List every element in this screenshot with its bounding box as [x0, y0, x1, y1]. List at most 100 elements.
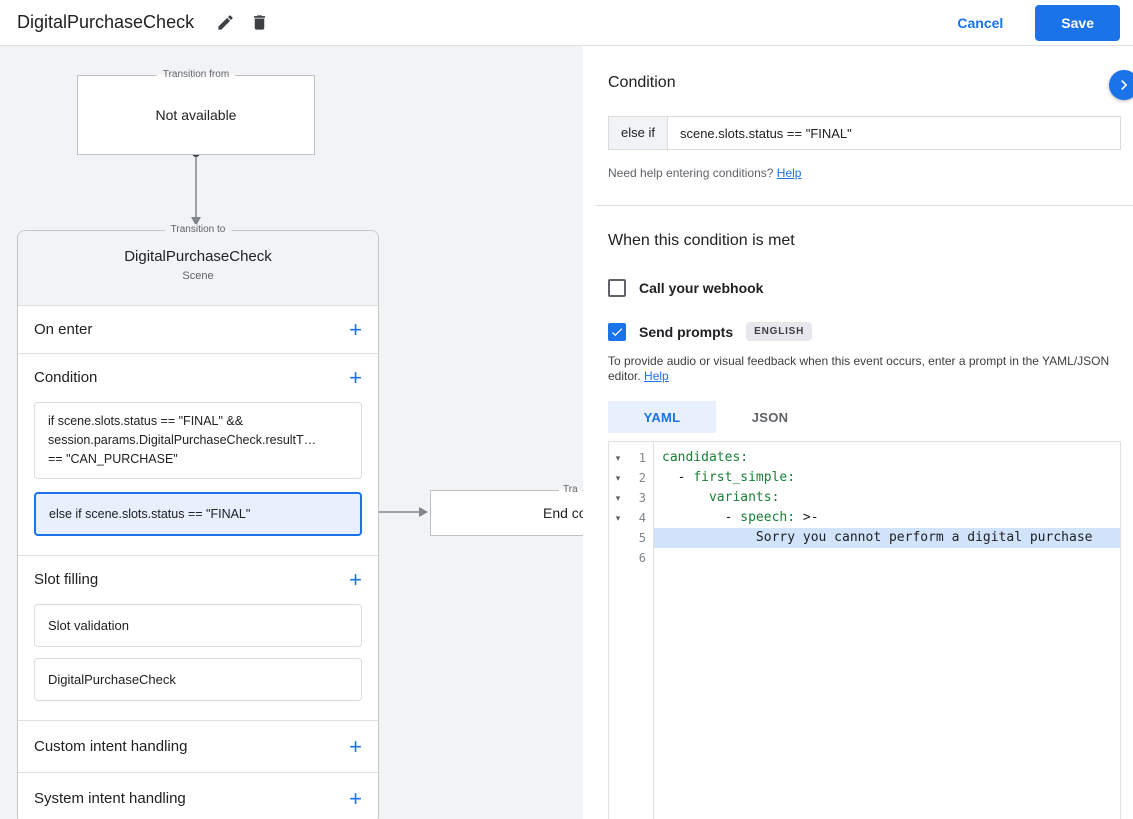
- pencil-icon: [217, 15, 233, 30]
- transition-to-label: Transition to: [164, 224, 232, 235]
- panel-title: Condition: [608, 74, 676, 91]
- help-prompt-text: Need help entering conditions?: [608, 166, 777, 180]
- tab-json[interactable]: JSON: [716, 401, 824, 433]
- on-enter-label: On enter: [34, 321, 93, 338]
- editor-line[interactable]: ▾ 2 - first_simple:: [609, 468, 1120, 488]
- topbar: DigitalPurchaseCheck Cancel Save: [0, 0, 1133, 46]
- add-icon[interactable]: +: [349, 318, 362, 341]
- code-line[interactable]: [653, 548, 1120, 568]
- line-number: 2: [638, 471, 646, 485]
- code-text-token: -: [662, 510, 741, 525]
- scene-subtitle: Scene: [182, 270, 214, 282]
- add-icon[interactable]: +: [349, 366, 362, 389]
- slot-list: Slot validation DigitalPurchaseCheck: [18, 603, 378, 720]
- prompt-description-text: To provide audio or visual feedback when…: [608, 354, 1110, 383]
- end-conversation-node[interactable]: Tra End co: [430, 484, 600, 536]
- code-editor[interactable]: ▾ 1 candidates: ▾ 2 - first_simple: ▾ 3 varian…: [608, 441, 1121, 819]
- language-badge: ENGLISH: [746, 322, 813, 341]
- system-intent-section[interactable]: System intent handling +: [18, 773, 378, 819]
- condition-label: Condition: [34, 369, 98, 386]
- condition-list: if scene.slots.status == "FINAL" && sess…: [18, 401, 378, 555]
- editor-tabs: YAML JSON: [608, 401, 1121, 433]
- flow-canvas[interactable]: Transition from Not available Tra End co…: [0, 46, 600, 819]
- condition-item-selected[interactable]: else if scene.slots.status == "FINAL": [34, 492, 362, 536]
- save-button[interactable]: Save: [1035, 4, 1120, 41]
- slot-filling-section[interactable]: Slot filling +: [18, 556, 378, 603]
- editor-line[interactable]: 6: [609, 548, 1120, 568]
- condition-editor-row: else if: [608, 116, 1121, 150]
- editor-line[interactable]: 5 Sorry you cannot perform a digital pur…: [609, 528, 1120, 548]
- gutter-divider: [653, 442, 654, 819]
- on-enter-section[interactable]: On enter +: [18, 306, 378, 353]
- slot-item[interactable]: Slot validation: [34, 604, 362, 647]
- code-text-token: -: [662, 470, 694, 485]
- prompt-help-link[interactable]: Help: [644, 369, 669, 383]
- send-prompts-checkbox[interactable]: [608, 322, 626, 341]
- code-line[interactable]: - speech: >-: [653, 508, 1120, 528]
- editor-line[interactable]: ▾ 1 candidates:: [609, 448, 1120, 468]
- send-prompts-row: Send prompts ENGLISH: [608, 322, 1121, 341]
- transition-from-value: Not available: [155, 107, 237, 123]
- webhook-label: Call your webhook: [639, 280, 764, 296]
- panel-divider: [595, 205, 1133, 206]
- condition-item[interactable]: if scene.slots.status == "FINAL" && sess…: [34, 402, 362, 479]
- cancel-button[interactable]: Cancel: [939, 7, 1021, 39]
- delete-scene-button[interactable]: [242, 6, 276, 40]
- webhook-row: Call your webhook: [608, 279, 1121, 297]
- prompt-description: To provide audio or visual feedback when…: [608, 354, 1113, 384]
- add-icon[interactable]: +: [349, 568, 362, 591]
- scene-editor-page: DigitalPurchaseCheck Cancel Save Transit…: [0, 0, 1133, 819]
- line-number: 4: [638, 511, 646, 525]
- scene-node[interactable]: Transition to DigitalPurchaseCheck Scene…: [17, 224, 379, 819]
- tab-yaml[interactable]: YAML: [608, 401, 716, 433]
- condition-section[interactable]: Condition +: [18, 354, 378, 401]
- scene-title: DigitalPurchaseCheck: [124, 248, 272, 265]
- line-number: 3: [638, 491, 646, 505]
- system-intent-label: System intent handling: [34, 790, 186, 807]
- condition-help-link[interactable]: Help: [777, 166, 802, 180]
- slot-item[interactable]: DigitalPurchaseCheck: [34, 658, 362, 701]
- fold-arrow-icon[interactable]: ▾: [609, 508, 627, 528]
- yaml-key-token: first_simple:: [693, 470, 796, 485]
- condition-expression-input[interactable]: [666, 116, 1121, 150]
- code-text-token: >-: [795, 510, 819, 525]
- yaml-key-token: speech:: [740, 510, 796, 525]
- add-icon[interactable]: +: [349, 787, 362, 810]
- add-icon[interactable]: +: [349, 735, 362, 758]
- trash-icon: [253, 15, 265, 30]
- send-prompts-label: Send prompts: [639, 323, 734, 340]
- edit-title-button[interactable]: [208, 6, 242, 40]
- condition-prefix-label: else if: [608, 116, 667, 150]
- custom-intent-label: Custom intent handling: [34, 738, 188, 755]
- line-number: 6: [638, 551, 646, 565]
- editor-line[interactable]: ▾ 3 variants:: [609, 488, 1120, 508]
- code-text-token: Sorry you cannot perform a digital purch…: [662, 530, 1093, 545]
- collapse-panel-button[interactable]: [1109, 70, 1133, 100]
- fold-arrow-icon[interactable]: ▾: [609, 468, 627, 488]
- code-line[interactable]: candidates:: [653, 448, 1120, 468]
- transition-from-label: Transition from: [156, 69, 236, 80]
- code-line[interactable]: variants:: [653, 488, 1120, 508]
- fold-arrow-icon[interactable]: ▾: [609, 448, 627, 468]
- custom-intent-section[interactable]: Custom intent handling +: [18, 721, 378, 772]
- end-node-label: Tra: [559, 484, 582, 495]
- condition-panel: Condition else if Need help entering con…: [583, 46, 1133, 819]
- transition-from-node[interactable]: Transition from Not available: [77, 69, 315, 155]
- slot-filling-label: Slot filling: [34, 571, 99, 588]
- code-line[interactable]: Sorry you cannot perform a digital purch…: [653, 528, 1120, 548]
- code-line[interactable]: - first_simple:: [653, 468, 1120, 488]
- editor-line[interactable]: ▾ 4 - speech: >-: [609, 508, 1120, 528]
- line-number: 5: [638, 531, 646, 545]
- when-met-title: When this condition is met: [608, 232, 795, 249]
- chevron-right-icon: [1121, 80, 1128, 90]
- yaml-key-token: candidates:: [662, 450, 749, 465]
- line-number: 1: [638, 451, 646, 465]
- webhook-checkbox[interactable]: [608, 279, 626, 297]
- fold-arrow-icon[interactable]: ▾: [609, 488, 627, 508]
- condition-help-text: Need help entering conditions? Help: [608, 166, 1121, 180]
- checkmark-icon: [611, 327, 623, 336]
- scene-header: DigitalPurchaseCheck Scene: [18, 231, 378, 306]
